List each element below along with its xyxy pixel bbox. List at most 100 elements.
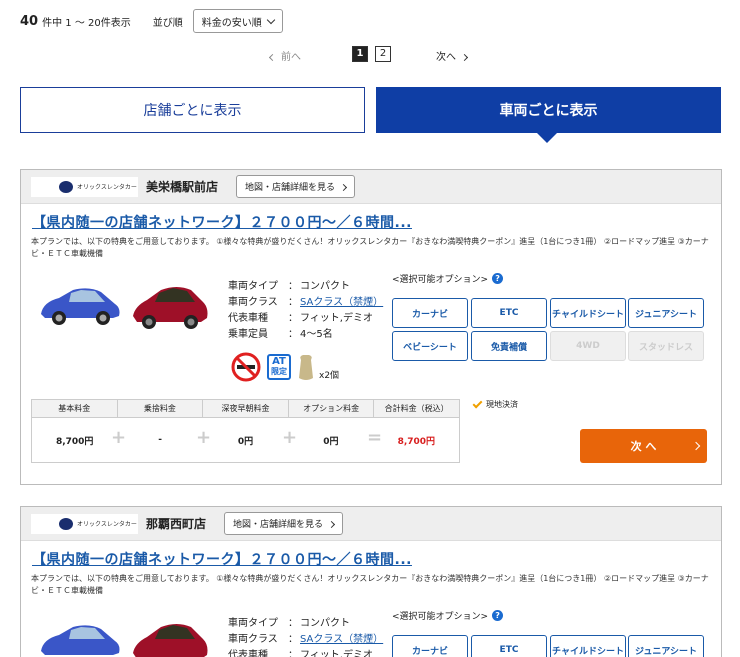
tab-by-store[interactable]: 店舗ごとに表示 bbox=[20, 87, 365, 133]
result-count: 40 bbox=[20, 13, 39, 29]
car-image-demio bbox=[133, 287, 208, 329]
spec-row-class: 車両クラス ： SAクラス（禁煙） bbox=[228, 292, 383, 308]
results-bar: 40 件中 1 ～ 20件表示 並び順 料金の安い順 bbox=[20, 8, 283, 34]
store-name: 美栄橋駅前店 bbox=[146, 180, 219, 194]
option-carnavi-button[interactable]: カーナビ bbox=[392, 298, 468, 328]
orix-mark-icon bbox=[59, 517, 73, 530]
option-carnavi-button[interactable]: カーナビ bbox=[392, 635, 468, 657]
option-price: 0円 bbox=[323, 436, 339, 447]
spec-colon: ： bbox=[288, 617, 298, 629]
check-icon bbox=[472, 398, 483, 408]
option-junior-seat-button[interactable]: ジュニアシート bbox=[628, 298, 704, 328]
orix-mark-icon bbox=[59, 180, 73, 193]
car-image-fit bbox=[41, 288, 120, 325]
price-header: 合計料金（税込） bbox=[384, 404, 449, 413]
spec-value: 4～5名 bbox=[300, 328, 333, 340]
next-label: 次へ bbox=[436, 52, 456, 63]
car-image-demio bbox=[133, 624, 208, 657]
tab-by-car[interactable]: 車両ごとに表示 bbox=[376, 87, 721, 133]
spec-label: 車両タイプ bbox=[228, 280, 278, 292]
plan-title-link[interactable]: 【県内随一の店舗ネットワーク】２７００円～／６時間... bbox=[32, 212, 412, 232]
options-label: <選択可能オプション> bbox=[392, 612, 489, 622]
option-baby-seat-button[interactable]: ベビーシート bbox=[392, 331, 468, 361]
spec-value: フィット,デミオ bbox=[300, 649, 373, 657]
options-label: <選択可能オプション> bbox=[392, 275, 489, 285]
spec-colon: ： bbox=[288, 328, 298, 340]
spec-label: 車両クラス bbox=[228, 633, 278, 645]
logo-text: オリックスレンタカー bbox=[77, 521, 137, 528]
total-price: 8,700円 bbox=[397, 436, 436, 447]
base-price: 8,700円 bbox=[55, 436, 94, 447]
chevron-right-icon bbox=[327, 520, 336, 529]
option-studless-button: スタッドレス bbox=[628, 331, 704, 361]
option-child-seat-button[interactable]: チャイルドシート bbox=[550, 635, 626, 657]
spec-row-class: 車両クラス ： SAクラス（禁煙） bbox=[228, 629, 383, 645]
car-image-fit bbox=[41, 625, 120, 655]
price-header-row: 基本料金 乗捨料金 深夜早朝料金 オプション料金 合計料金（税込） bbox=[32, 400, 459, 418]
car-class-link[interactable]: SAクラス（禁煙） bbox=[300, 630, 383, 645]
at-text: AT bbox=[272, 356, 286, 367]
spec-row-model: 代表車種 ： フィット,デミオ bbox=[228, 645, 383, 657]
spec-row-type: 車両タイプ ： コンパクト bbox=[228, 613, 383, 629]
luggage-count: x2個 bbox=[319, 370, 340, 381]
option-insurance-button[interactable]: 免責補償 bbox=[471, 331, 547, 361]
spec-colon: ： bbox=[288, 312, 298, 324]
plan-title-link[interactable]: 【県内随一の店舗ネットワーク】２７００円～／６時間... bbox=[32, 549, 412, 569]
chevron-down-icon bbox=[266, 15, 275, 24]
active-tab-pointer bbox=[537, 133, 557, 143]
help-icon[interactable]: ? bbox=[492, 610, 504, 621]
spec-value: フィット,デミオ bbox=[300, 312, 373, 324]
help-icon[interactable]: ? bbox=[492, 273, 504, 284]
next-button[interactable]: 次 へ bbox=[580, 429, 707, 463]
feature-icons: AT 限定 x2個 bbox=[231, 352, 339, 382]
price-header: 乗捨料金 bbox=[118, 400, 204, 417]
pagination: 前へ 1 2 次へ bbox=[0, 46, 740, 64]
sort-select[interactable]: 料金の安い順 bbox=[192, 9, 283, 33]
orix-logo: オリックスレンタカー bbox=[31, 176, 138, 197]
result-range: 件中 1 ～ 20件表示 bbox=[42, 17, 131, 29]
plus-icon: + bbox=[111, 427, 127, 448]
options-heading: <選択可能オプション> ? bbox=[392, 609, 504, 622]
payment-note-text: 現地決済 bbox=[486, 400, 518, 409]
card-header: オリックスレンタカー 美栄橋駅前店 地図・店舗詳細を見る bbox=[21, 170, 721, 204]
price-value-row: 8,700円 - 0円 0円 8,700円 + + + = bbox=[32, 418, 459, 462]
spec-label: 車両クラス bbox=[228, 296, 278, 308]
spec-label: 代表車種 bbox=[228, 649, 268, 657]
prev-page-link[interactable]: 前へ bbox=[268, 48, 301, 63]
option-etc-button[interactable]: ETC bbox=[471, 635, 547, 657]
store-details-button[interactable]: 地図・店舗詳細を見る bbox=[224, 512, 344, 535]
option-junior-seat-button[interactable]: ジュニアシート bbox=[628, 635, 704, 657]
option-4wd-button: 4WD bbox=[550, 331, 626, 361]
spec-value: コンパクト bbox=[300, 280, 350, 292]
spec-colon: ： bbox=[288, 280, 298, 292]
plan-description: 本プランでは、以下の特典をご用意しております。 ①様々な特典が盛りだくさん！オリ… bbox=[31, 237, 709, 258]
no-smoking-icon bbox=[231, 352, 261, 382]
price-header: 深夜早朝料金 bbox=[203, 400, 289, 417]
vehicle-specs: 車両タイプ ： コンパクト 車両クラス ： SAクラス（禁煙） 代表車種 ： フ… bbox=[228, 613, 383, 657]
plan-description: 本プランでは、以下の特典をご用意しております。 ①様々な特典が盛りだくさん！オリ… bbox=[31, 574, 709, 595]
spec-label: 車両タイプ bbox=[228, 617, 278, 629]
chevron-right-icon bbox=[691, 441, 701, 451]
vehicle-specs: 車両タイプ ： コンパクト 車両クラス ： SAクラス（禁煙） 代表車種 ： フ… bbox=[228, 276, 383, 340]
next-page-link[interactable]: 次へ bbox=[436, 48, 469, 63]
sort-selected-value: 料金の安い順 bbox=[201, 17, 262, 29]
plan-card: オリックスレンタカー 那覇西町店 地図・店舗詳細を見る 【県内随一の店舗ネットワ… bbox=[20, 506, 722, 657]
option-child-seat-button[interactable]: チャイルドシート bbox=[550, 298, 626, 328]
card-header: オリックスレンタカー 那覇西町店 地図・店舗詳細を見る bbox=[21, 507, 721, 541]
night-price: 0円 bbox=[237, 436, 254, 447]
spec-label: 代表車種 bbox=[228, 312, 268, 324]
logo-text: オリックスレンタカー bbox=[77, 184, 137, 191]
car-class-link[interactable]: SAクラス（禁煙） bbox=[300, 293, 383, 308]
option-etc-button[interactable]: ETC bbox=[471, 298, 547, 328]
suitcase-icon bbox=[299, 355, 313, 380]
spec-colon: ： bbox=[288, 649, 298, 657]
spec-row-capacity: 乗車定員 ： 4～5名 bbox=[228, 324, 383, 340]
plus-icon: + bbox=[196, 427, 212, 448]
plan-card: オリックスレンタカー 美栄橋駅前店 地図・店舗詳細を見る 【県内随一の店舗ネット… bbox=[20, 169, 722, 485]
store-details-button[interactable]: 地図・店舗詳細を見る bbox=[236, 175, 356, 198]
next-button-label: 次 へ bbox=[630, 440, 657, 453]
chevron-right-icon bbox=[339, 183, 348, 192]
orix-logo: オリックスレンタカー bbox=[31, 513, 138, 534]
equals-icon: = bbox=[367, 427, 383, 448]
page-2-link[interactable]: 2 bbox=[375, 46, 391, 62]
